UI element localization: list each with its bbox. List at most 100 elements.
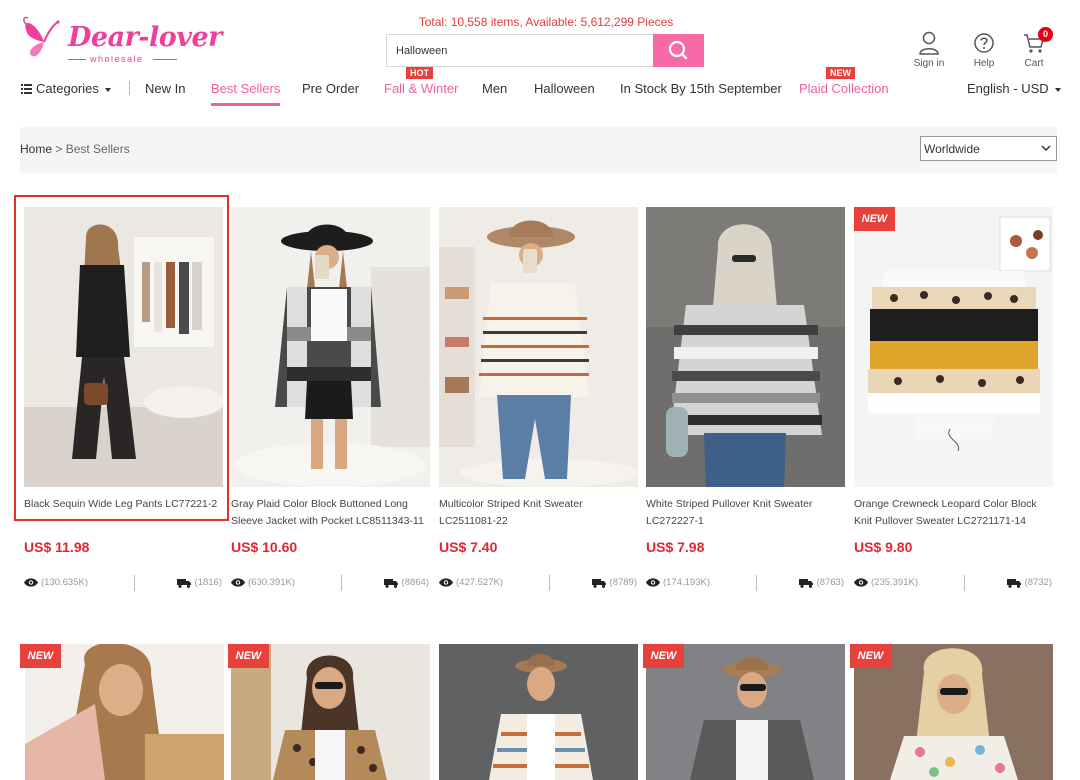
breadcrumb: Home > Best Sellers xyxy=(20,142,130,156)
shipped-count: (8864) xyxy=(383,577,429,588)
new-badge: NEW xyxy=(854,207,895,231)
shipped-value: (1816) xyxy=(194,577,222,588)
site-logo[interactable]: Dear-lover wholesale xyxy=(20,10,222,68)
help-button[interactable]: Help xyxy=(964,31,1004,69)
product-title[interactable]: Gray Plaid Color Block Buttoned Long Sle… xyxy=(231,496,431,530)
shipped-count: (8732) xyxy=(1006,577,1052,588)
inventory-stats: Total: 10,558 items, Available: 5,612,29… xyxy=(418,15,674,29)
new-tag: NEW xyxy=(826,67,855,79)
eye-icon xyxy=(231,578,245,587)
nav-pre-order[interactable]: Pre Order xyxy=(302,81,359,96)
nav-fall-winter[interactable]: Fall & Winter xyxy=(384,81,458,96)
hot-tag: HOT xyxy=(406,67,433,79)
search-button[interactable] xyxy=(653,34,704,67)
product-image[interactable] xyxy=(439,207,638,487)
product-image[interactable] xyxy=(646,207,845,487)
logo-wordmark: Dear-lover xyxy=(68,22,222,53)
truck-icon xyxy=(383,578,398,588)
logo-subtitle: wholesale xyxy=(90,54,144,64)
truck-icon xyxy=(591,578,606,588)
product-price: US$ 10.60 xyxy=(231,539,298,555)
chevron-down-icon xyxy=(104,87,111,92)
product-price: US$ 11.98 xyxy=(24,539,90,555)
chevron-down-icon xyxy=(1041,145,1051,152)
views-value: (235.391K) xyxy=(871,577,919,588)
metrics-divider xyxy=(341,575,342,591)
truck-icon xyxy=(798,578,813,588)
sign-in-label: Sign in xyxy=(913,58,945,69)
views-count: (235.391K) xyxy=(854,577,918,588)
product-metrics: (427.527K) (8789) xyxy=(439,575,639,591)
metrics-divider xyxy=(756,575,757,591)
nav-best-sellers[interactable]: Best Sellers xyxy=(211,81,281,106)
nav-men[interactable]: Men xyxy=(482,81,507,96)
shipped-value: (8864) xyxy=(401,577,429,588)
breadcrumb-home[interactable]: Home xyxy=(20,142,52,156)
nav-divider xyxy=(129,81,130,95)
shipped-value: (8732) xyxy=(1024,577,1052,588)
product-metrics: (130.635K) (1816) xyxy=(24,575,224,591)
views-value: (174.193K) xyxy=(663,577,711,588)
nav-categories[interactable]: Categories xyxy=(21,81,111,96)
shipped-value: (8789) xyxy=(609,577,637,588)
cart-count-badge: 0 xyxy=(1038,27,1053,42)
search-input[interactable] xyxy=(387,35,655,66)
views-value: (630.391K) xyxy=(248,577,296,588)
search-icon xyxy=(668,40,688,60)
sign-in-button[interactable]: Sign in xyxy=(909,31,949,69)
new-badge: NEW xyxy=(850,644,891,668)
product-title[interactable]: Multicolor Striped Knit Sweater LC251108… xyxy=(439,496,639,530)
logo-rule-left xyxy=(68,59,86,60)
truck-icon xyxy=(176,578,191,588)
shipped-value: (8763) xyxy=(816,577,844,588)
region-select-value: Worldwide xyxy=(924,142,980,156)
views-count: (174.193K) xyxy=(646,577,710,588)
shipped-count: (8789) xyxy=(591,577,637,588)
new-badge: NEW xyxy=(228,644,269,668)
language-currency-selector[interactable]: English - USD xyxy=(967,81,1061,96)
views-value: (130.635K) xyxy=(41,577,89,588)
selected-product-highlight xyxy=(14,195,229,521)
eye-icon xyxy=(646,578,660,587)
help-label: Help xyxy=(973,58,995,69)
product-image[interactable] xyxy=(439,644,638,780)
product-image[interactable] xyxy=(854,207,1053,487)
metrics-divider xyxy=(549,575,550,591)
region-select[interactable]: Worldwide xyxy=(920,136,1057,161)
product-metrics: (174.193K) (8763) xyxy=(646,575,846,591)
eye-icon xyxy=(439,578,453,587)
product-metrics: (630.391K) (8864) xyxy=(231,575,431,591)
truck-icon xyxy=(1006,578,1021,588)
search-box xyxy=(386,34,704,67)
chevron-down-icon xyxy=(1054,87,1061,92)
product-image[interactable] xyxy=(231,207,430,487)
product-price: US$ 7.98 xyxy=(646,539,705,555)
shipped-count: (1816) xyxy=(176,577,222,588)
metrics-divider xyxy=(134,575,135,591)
nav-halloween[interactable]: Halloween xyxy=(534,81,595,96)
cart-label: Cart xyxy=(1024,58,1044,69)
product-price: US$ 7.40 xyxy=(439,539,498,555)
shipped-count: (8763) xyxy=(798,577,844,588)
eye-icon xyxy=(24,578,38,587)
help-icon xyxy=(974,33,994,53)
breadcrumb-bar: Home > Best Sellers Worldwide xyxy=(20,127,1057,173)
cart-button[interactable]: Cart 0 xyxy=(1014,27,1054,69)
logo-rule-right xyxy=(153,59,177,60)
breadcrumb-separator: > xyxy=(52,142,66,156)
views-count: (427.527K) xyxy=(439,577,503,588)
nav-plaid-collection[interactable]: Plaid Collection xyxy=(799,81,889,96)
nav-in-stock[interactable]: In Stock By 15th September xyxy=(620,81,782,96)
butterfly-logo-icon xyxy=(23,16,60,57)
product-title[interactable]: White Striped Pullover Knit Sweater LC27… xyxy=(646,496,846,530)
views-count: (130.635K) xyxy=(24,577,88,588)
product-title[interactable]: Orange Crewneck Leopard Color Block Knit… xyxy=(854,496,1054,530)
nav-categories-label: Categories xyxy=(36,81,99,96)
language-currency-label: English - USD xyxy=(967,81,1049,96)
product-price: US$ 9.80 xyxy=(854,539,913,555)
product-metrics: (235.391K) (8732) xyxy=(854,575,1054,591)
views-value: (427.527K) xyxy=(456,577,504,588)
metrics-divider xyxy=(964,575,965,591)
views-count: (630.391K) xyxy=(231,577,295,588)
nav-new-in[interactable]: New In xyxy=(145,81,185,96)
